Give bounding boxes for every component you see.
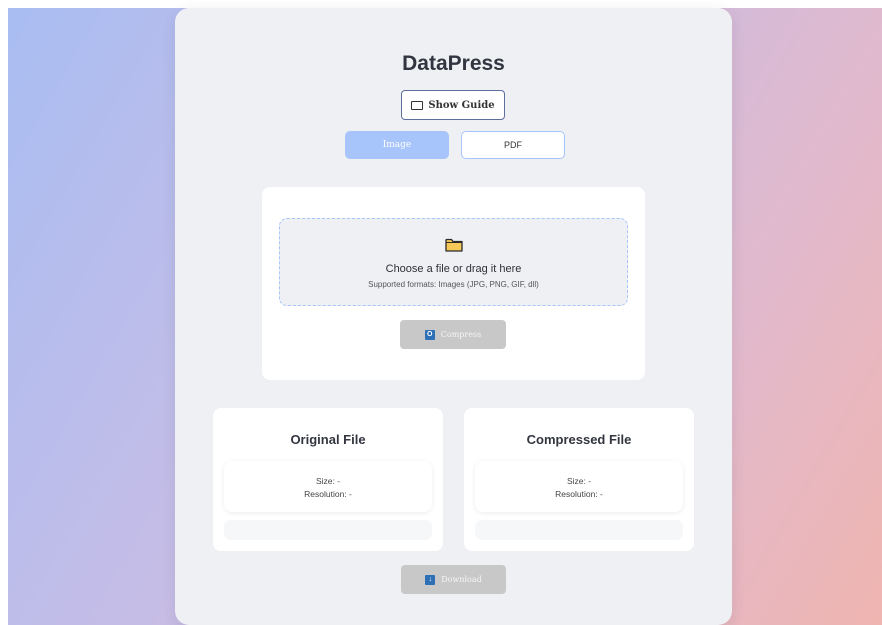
compress-label: Compress bbox=[440, 330, 482, 339]
original-file-title: Original File bbox=[290, 432, 366, 447]
original-file-card: Original File Size: - Resolution: - bbox=[213, 408, 443, 551]
original-size: Size: - bbox=[315, 476, 341, 486]
download-button[interactable]: ↓ Download bbox=[401, 565, 506, 594]
compressed-preview bbox=[475, 520, 683, 540]
format-tabs: Image PDF bbox=[345, 131, 565, 159]
compressed-resolution: Resolution: - bbox=[555, 489, 603, 499]
folder-icon bbox=[445, 238, 463, 252]
file-drop-zone[interactable]: Choose a file or drag it here Supported … bbox=[279, 218, 628, 306]
show-guide-button[interactable]: Show Guide bbox=[401, 90, 505, 120]
compressed-file-stats: Size: - Resolution: - bbox=[475, 461, 683, 512]
download-icon: ↓ bbox=[425, 574, 436, 585]
app-title: DataPress bbox=[402, 52, 505, 75]
supported-formats-text: Supported formats: Images (JPG, PNG, GIF… bbox=[368, 280, 539, 289]
compressed-size: Size: - bbox=[566, 476, 592, 486]
book-icon bbox=[411, 100, 424, 110]
tab-image[interactable]: Image bbox=[345, 131, 449, 159]
show-guide-label: Show Guide bbox=[428, 99, 495, 111]
compressed-file-card: Compressed File Size: - Resolution: - bbox=[464, 408, 694, 551]
original-preview bbox=[224, 520, 432, 540]
upload-card: Choose a file or drag it here Supported … bbox=[262, 187, 645, 380]
tab-pdf[interactable]: PDF bbox=[461, 131, 565, 159]
original-file-stats: Size: - Resolution: - bbox=[224, 461, 432, 512]
original-resolution: Resolution: - bbox=[304, 489, 352, 499]
compress-button[interactable]: O Compress bbox=[400, 320, 506, 349]
compressed-file-title: Compressed File bbox=[526, 432, 632, 447]
main-card: DataPress Show Guide Image PDF Choose a … bbox=[175, 8, 732, 625]
download-label: Download bbox=[441, 575, 482, 584]
drop-zone-title: Choose a file or drag it here bbox=[385, 263, 522, 275]
compress-icon: O bbox=[424, 329, 435, 340]
